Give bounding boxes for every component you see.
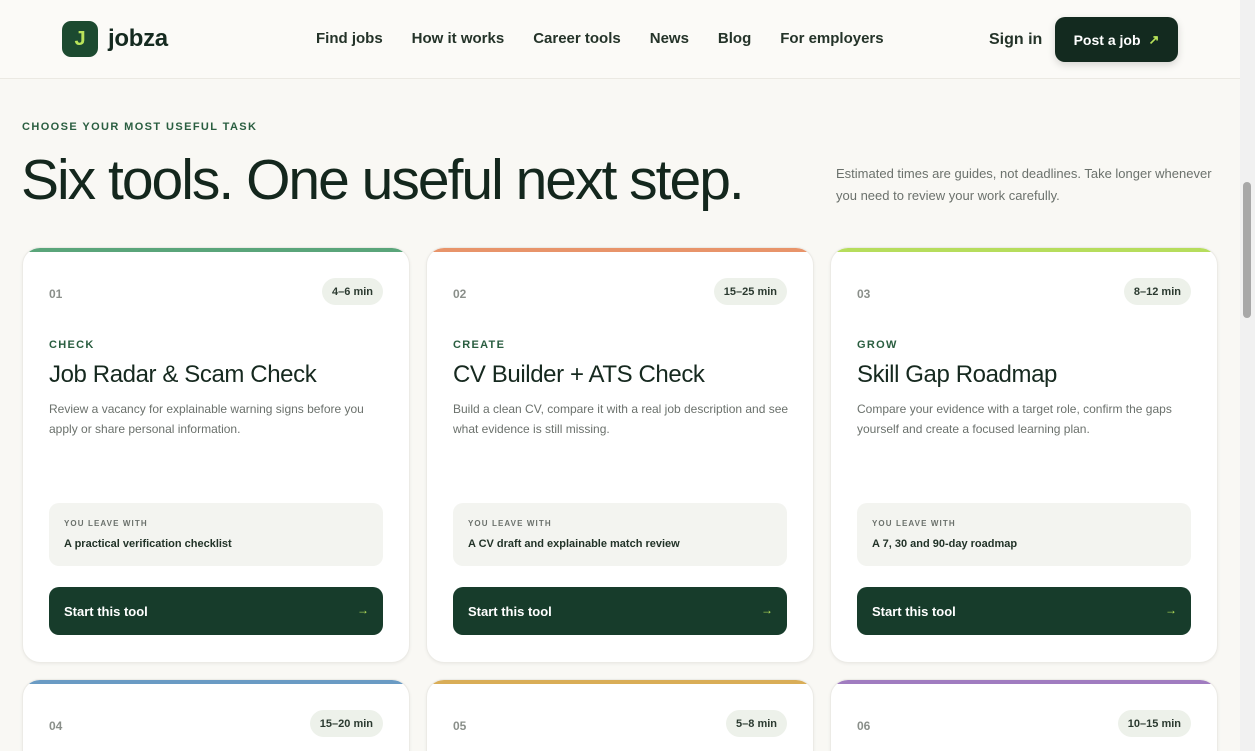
tool-card-skill-gap: 03 8–12 min GROW Skill Gap Roadmap Compa… <box>830 247 1218 663</box>
card-title: CV Builder + ATS Check <box>453 361 705 388</box>
arrow-right-icon: → <box>357 603 369 617</box>
tool-card-04: 04 15–20 min <box>22 679 410 751</box>
card-accent-line <box>427 248 813 252</box>
card-number: 05 <box>453 719 467 733</box>
main-nav: Find jobs How it works Career tools News… <box>316 30 913 48</box>
tool-card-05: 05 5–8 min <box>426 679 814 751</box>
nav-for-employers[interactable]: For employers <box>780 30 883 48</box>
section-eyebrow: CHOOSE YOUR MOST USEFUL TASK <box>22 121 258 133</box>
card-number: 02 <box>453 287 467 301</box>
card-number: 04 <box>49 719 63 733</box>
time-badge: 5–8 min <box>726 710 787 737</box>
outcome-value: A 7, 30 and 90-day roadmap <box>872 538 1018 550</box>
start-tool-label: Start this tool <box>64 603 148 619</box>
tool-card-06: 06 10–15 min <box>830 679 1218 751</box>
card-description: Build a clean CV, compare it with a real… <box>453 402 789 436</box>
outcome-box: YOU LEAVE WITH A practical verification … <box>49 503 383 566</box>
card-number: 01 <box>49 287 63 301</box>
nav-how-it-works[interactable]: How it works <box>412 30 505 48</box>
logo-mark: J <box>62 21 98 57</box>
time-note: Estimated times are guides, not deadline… <box>836 166 1212 203</box>
outcome-value: A practical verification checklist <box>64 538 232 550</box>
time-badge: 15–20 min <box>309 710 383 737</box>
tool-card-cv-builder: 02 15–25 min CREATE CV Builder + ATS Che… <box>426 247 814 663</box>
site-header: J jobza Find jobs How it works Career to… <box>0 0 1240 79</box>
card-description: Compare your evidence with a target role… <box>857 402 1172 436</box>
card-accent-line <box>23 248 409 252</box>
card-title: Job Radar & Scam Check <box>49 361 317 388</box>
post-job-label: Post a job <box>1073 31 1141 48</box>
outcome-box: YOU LEAVE WITH A 7, 30 and 90-day roadma… <box>857 503 1191 566</box>
start-tool-button[interactable]: Start this tool → <box>49 587 383 635</box>
sign-in-link[interactable]: Sign in <box>989 31 1042 49</box>
card-accent-line <box>23 680 409 684</box>
arrow-right-icon: → <box>761 603 773 617</box>
outcome-label: YOU LEAVE WITH <box>468 519 552 528</box>
post-job-button[interactable]: Post a job ↗ <box>1055 17 1178 62</box>
time-badge: 8–12 min <box>1123 278 1191 305</box>
page-title: Six tools. One useful next step. <box>21 148 745 212</box>
arrow-up-right-icon: ↗ <box>1148 31 1160 47</box>
start-tool-label: Start this tool <box>468 603 552 619</box>
card-category: CHECK <box>49 339 95 351</box>
logo[interactable]: J jobza <box>62 21 168 57</box>
card-category: GROW <box>857 339 898 351</box>
tool-card-job-radar: 01 4–6 min CHECK Job Radar & Scam Check … <box>22 247 410 663</box>
card-number: 06 <box>857 719 871 733</box>
start-tool-button[interactable]: Start this tool → <box>453 587 787 635</box>
card-description: Review a vacancy for explainable warning… <box>49 402 364 436</box>
start-tool-label: Start this tool <box>872 603 956 619</box>
card-category: CREATE <box>453 339 506 351</box>
start-tool-button[interactable]: Start this tool → <box>857 587 1191 635</box>
outcome-label: YOU LEAVE WITH <box>64 519 148 528</box>
card-number: 03 <box>857 287 871 301</box>
card-accent-line <box>427 680 813 684</box>
time-badge: 15–25 min <box>713 278 787 305</box>
card-title: Skill Gap Roadmap <box>857 361 1057 388</box>
time-badge: 10–15 min <box>1117 710 1191 737</box>
card-accent-line <box>831 680 1217 684</box>
outcome-box: YOU LEAVE WITH A CV draft and explainabl… <box>453 503 787 566</box>
outcome-label: YOU LEAVE WITH <box>872 519 956 528</box>
nav-news[interactable]: News <box>650 30 689 48</box>
scrollbar-thumb[interactable] <box>1243 182 1251 318</box>
arrow-right-icon: → <box>1165 603 1177 617</box>
time-badge: 4–6 min <box>322 278 383 305</box>
brand-name: jobza <box>108 25 168 52</box>
nav-find-jobs[interactable]: Find jobs <box>316 30 383 48</box>
nav-blog[interactable]: Blog <box>718 30 751 48</box>
outcome-value: A CV draft and explainable match review <box>468 538 680 550</box>
nav-career-tools[interactable]: Career tools <box>533 30 621 48</box>
card-accent-line <box>831 248 1217 252</box>
page-scrollbar[interactable] <box>1240 0 1255 751</box>
